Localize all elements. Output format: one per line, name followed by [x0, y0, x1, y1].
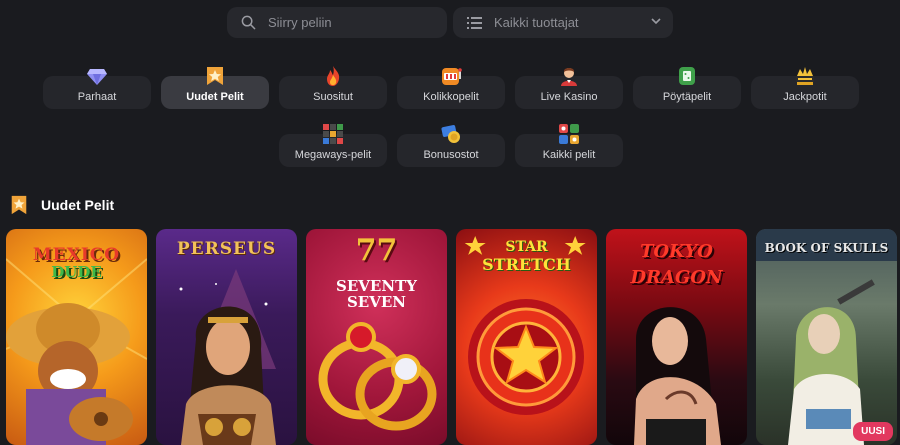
search-icon [241, 15, 256, 30]
new-badge: UUSI [853, 422, 893, 441]
section-header: Uudet Pelit [9, 194, 114, 216]
category-label: Bonusostot [423, 149, 479, 161]
jackpot-crown-icon [796, 67, 814, 85]
game-title-line2: DUDE [51, 263, 102, 281]
game-card-mexico-dude[interactable]: MEXICO DUDE [6, 229, 147, 445]
game-title: MEXICO [32, 245, 121, 265]
category-label: Parhaat [77, 91, 117, 103]
game-title: STAR [505, 239, 548, 255]
game-artwork [179, 269, 276, 445]
game-card-book-of-skulls[interactable]: BOOK OF SKULLS UUSI [756, 229, 897, 445]
search-box[interactable] [227, 7, 447, 38]
game-card-seventy-seven[interactable]: 77 SEVENTY SEVEN [306, 229, 447, 445]
games-row: MEXICO DUDE PERSEUS 77 SEVENTY SEVEN STA… [6, 229, 897, 445]
all-games-icon [559, 124, 579, 144]
search-input[interactable] [268, 15, 428, 30]
list-icon [467, 16, 482, 29]
top-bar: Kaikki tuottajat [227, 7, 673, 38]
game-title: BOOK OF SKULLS [764, 241, 889, 255]
category-megaways-pelit[interactable]: Megaways-pelit [279, 124, 387, 167]
category-suositut[interactable]: Suositut [279, 66, 387, 109]
category-parhaat[interactable]: Parhaat [43, 69, 151, 109]
game-title: TOKYO [640, 241, 713, 262]
category-jackpotit[interactable]: Jackpotit [751, 67, 859, 109]
provider-select[interactable]: Kaikki tuottajat [453, 7, 673, 38]
category-label: Uudet Pelit [186, 91, 244, 103]
category-label: Pöytäpelit [662, 91, 712, 103]
category-uudet-pelit[interactable]: Uudet Pelit [161, 67, 269, 109]
provider-select-label: Kaikki tuottajat [494, 15, 579, 30]
category-label: Megaways-pelit [294, 149, 372, 161]
category-label: Jackpotit [783, 91, 827, 103]
megaways-grid-icon [323, 124, 343, 144]
game-title: PERSEUS [176, 239, 277, 259]
ribbon-star-icon [207, 67, 223, 85]
category-label: Kaikki pelit [542, 149, 596, 161]
ribbon-star-icon [11, 195, 27, 215]
chevron-down-icon [651, 18, 661, 25]
slot-machine-icon [442, 68, 462, 85]
bonus-buy-icon [441, 125, 460, 143]
game-artwork [756, 229, 897, 445]
game-title-line2: STRETCH [482, 255, 571, 274]
game-card-tokyo-dragon[interactable]: TOKYO DRAGON [606, 229, 747, 445]
category-poytapelit[interactable]: Pöytäpelit [633, 67, 741, 109]
category-label: Kolikkopelit [423, 91, 479, 103]
fire-icon [327, 66, 340, 86]
table-icon [679, 67, 695, 85]
dealer-icon [561, 68, 577, 86]
game-card-perseus[interactable]: PERSEUS [156, 229, 297, 445]
game-title-line3: SEVEN [346, 293, 407, 311]
diamond-icon [87, 69, 107, 85]
category-live-kasino[interactable]: Live Kasino [515, 68, 623, 109]
category-bonusostot[interactable]: Bonusostot [397, 125, 505, 167]
game-title-line2: DRAGON [630, 267, 723, 288]
game-card-star-stretch[interactable]: STAR STRETCH [456, 229, 597, 445]
section-title: Uudet Pelit [41, 197, 115, 213]
category-kolikkopelit[interactable]: Kolikkopelit [397, 68, 505, 109]
game-title: 77 [355, 233, 398, 268]
category-label: Live Kasino [540, 91, 598, 103]
category-kaikki-pelit[interactable]: Kaikki pelit [515, 124, 623, 167]
category-label: Suositut [313, 91, 353, 103]
